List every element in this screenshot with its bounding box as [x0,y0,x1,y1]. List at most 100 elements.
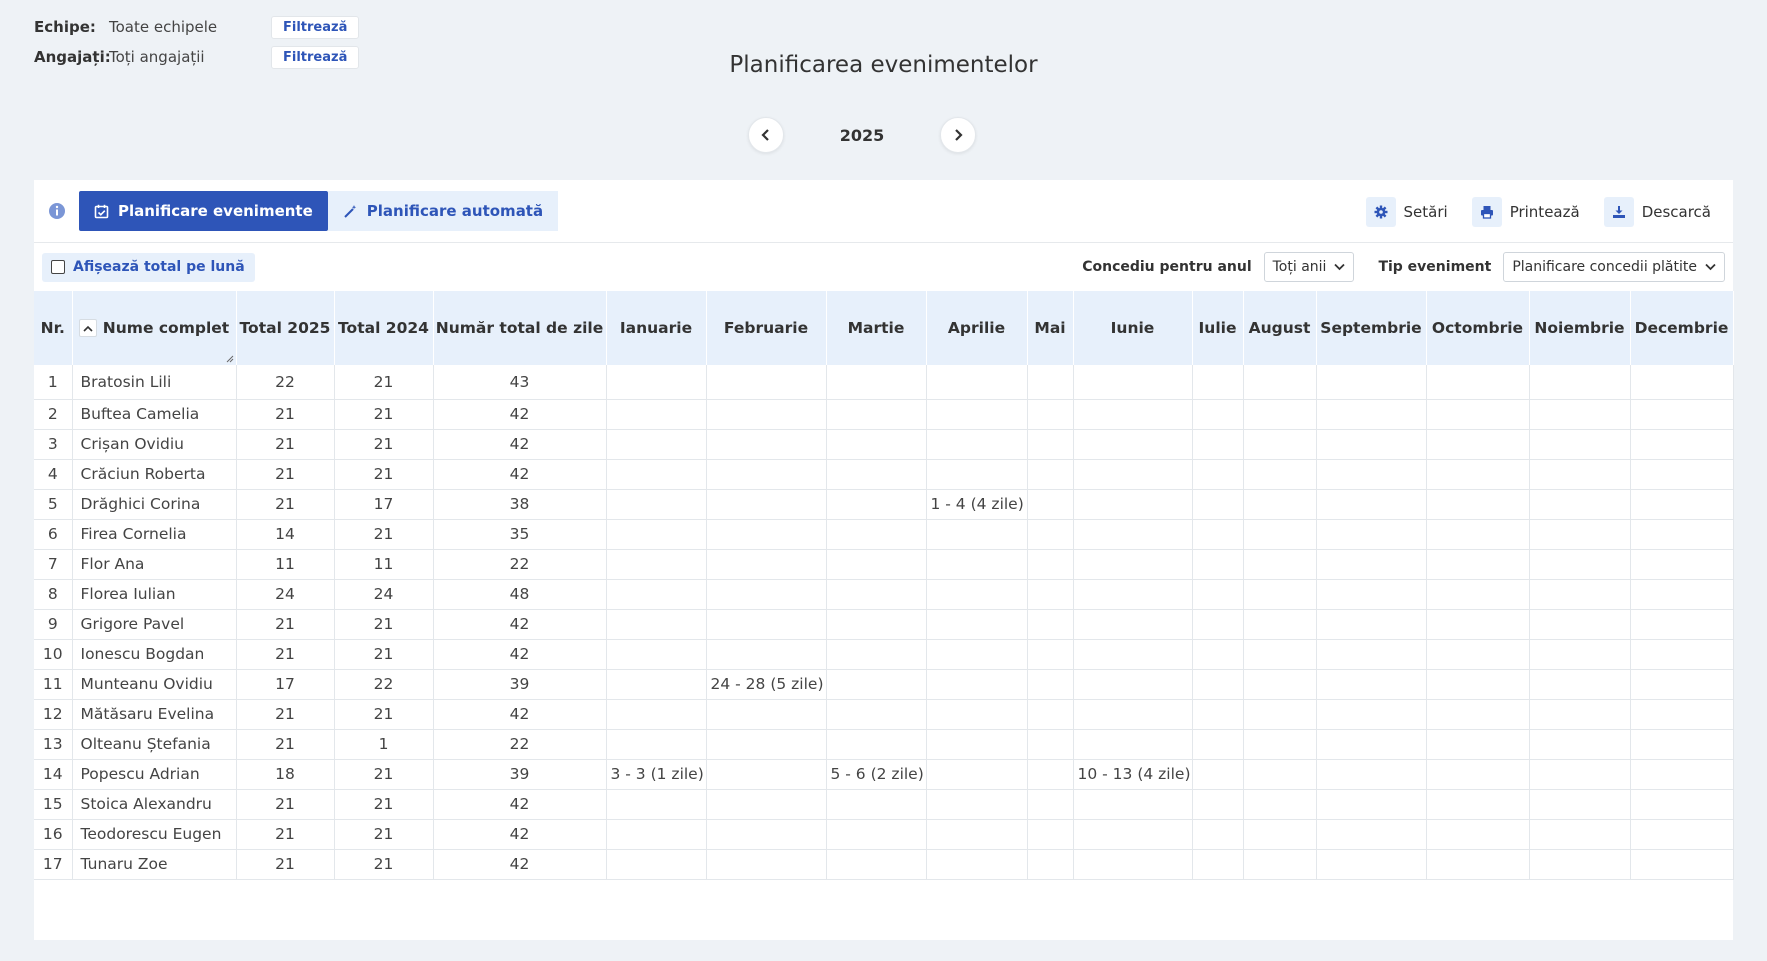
month-cell-november[interactable] [1529,399,1631,430]
month-cell-november[interactable] [1529,849,1631,880]
month-cell-april[interactable] [926,429,1028,460]
month-cell-august[interactable] [1243,609,1317,640]
leave-year-select[interactable]: Toți anii [1263,252,1355,282]
month-cell-may[interactable] [1027,759,1074,790]
month-cell-april[interactable] [926,459,1028,490]
tab-auto-planning[interactable]: Planificare automată [327,191,559,231]
month-cell-december[interactable] [1630,519,1734,550]
month-cell-may[interactable] [1027,639,1074,670]
month-cell-april[interactable]: 1 - 4 (4 zile) [926,489,1028,520]
settings-button[interactable]: Setări [1365,196,1448,227]
month-cell-august[interactable] [1243,819,1317,850]
month-cell-november[interactable] [1529,789,1631,820]
month-cell-january[interactable] [606,849,707,880]
download-button[interactable]: Descarcă [1603,196,1711,227]
month-cell-march[interactable] [826,489,927,520]
month-cell-february[interactable] [706,579,827,610]
month-cell-january[interactable] [606,789,707,820]
month-cell-january[interactable] [606,429,707,460]
month-cell-july[interactable] [1192,549,1244,580]
month-cell-august[interactable] [1243,669,1317,700]
month-cell-december[interactable] [1630,579,1734,610]
month-cell-march[interactable] [826,365,927,400]
month-cell-july[interactable] [1192,639,1244,670]
month-cell-february[interactable] [706,549,827,580]
month-cell-april[interactable] [926,639,1028,670]
month-cell-january[interactable] [606,489,707,520]
month-cell-november[interactable] [1529,519,1631,550]
month-cell-january[interactable] [606,399,707,430]
month-cell-november[interactable] [1529,579,1631,610]
column-header-full-name[interactable]: Nume complet [72,291,237,365]
month-cell-april[interactable] [926,699,1028,730]
month-cell-june[interactable] [1073,519,1193,550]
month-cell-march[interactable] [826,459,927,490]
month-cell-july[interactable] [1192,429,1244,460]
month-cell-february[interactable] [706,519,827,550]
month-cell-december[interactable] [1630,549,1734,580]
month-cell-february[interactable] [706,699,827,730]
month-cell-june[interactable] [1073,669,1193,700]
month-cell-may[interactable] [1027,399,1074,430]
month-cell-december[interactable] [1630,819,1734,850]
month-cell-march[interactable]: 5 - 6 (2 zile) [826,759,927,790]
month-cell-september[interactable] [1316,399,1427,430]
month-cell-october[interactable] [1426,579,1530,610]
month-cell-october[interactable] [1426,365,1530,400]
month-cell-april[interactable] [926,519,1028,550]
resize-grip-icon[interactable] [226,355,234,363]
month-cell-december[interactable] [1630,759,1734,790]
month-cell-february[interactable] [706,819,827,850]
month-cell-november[interactable] [1529,699,1631,730]
month-cell-march[interactable] [826,669,927,700]
month-cell-january[interactable] [606,669,707,700]
month-cell-october[interactable] [1426,519,1530,550]
print-button[interactable]: Printează [1471,196,1580,227]
month-cell-april[interactable] [926,609,1028,640]
month-cell-february[interactable] [706,639,827,670]
month-cell-july[interactable] [1192,849,1244,880]
month-cell-march[interactable] [826,399,927,430]
month-cell-october[interactable] [1426,759,1530,790]
month-cell-may[interactable] [1027,849,1074,880]
month-cell-june[interactable] [1073,579,1193,610]
month-cell-april[interactable] [926,669,1028,700]
month-cell-march[interactable] [826,699,927,730]
month-cell-september[interactable] [1316,609,1427,640]
month-cell-june[interactable] [1073,819,1193,850]
month-cell-february[interactable] [706,429,827,460]
month-cell-january[interactable] [606,519,707,550]
month-cell-october[interactable] [1426,489,1530,520]
month-cell-november[interactable] [1529,759,1631,790]
month-cell-january[interactable] [606,579,707,610]
month-cell-march[interactable] [826,519,927,550]
month-cell-september[interactable] [1316,789,1427,820]
month-cell-july[interactable] [1192,669,1244,700]
month-cell-june[interactable] [1073,399,1193,430]
sort-ascending-icon[interactable] [78,319,97,337]
next-year-button[interactable] [940,117,976,153]
month-cell-october[interactable] [1426,609,1530,640]
month-cell-january[interactable] [606,729,707,760]
month-cell-december[interactable] [1630,849,1734,880]
month-cell-february[interactable] [706,489,827,520]
month-cell-october[interactable] [1426,849,1530,880]
month-cell-december[interactable] [1630,365,1734,400]
previous-year-button[interactable] [748,117,784,153]
month-cell-september[interactable] [1316,849,1427,880]
month-cell-november[interactable] [1529,639,1631,670]
month-cell-april[interactable] [926,789,1028,820]
month-cell-september[interactable] [1316,459,1427,490]
month-cell-november[interactable] [1529,365,1631,400]
month-cell-october[interactable] [1426,459,1530,490]
month-cell-march[interactable] [826,729,927,760]
month-cell-july[interactable] [1192,729,1244,760]
month-cell-september[interactable] [1316,669,1427,700]
month-cell-january[interactable] [606,639,707,670]
month-cell-september[interactable] [1316,699,1427,730]
month-cell-june[interactable] [1073,609,1193,640]
month-cell-february[interactable] [706,759,827,790]
month-cell-december[interactable] [1630,729,1734,760]
month-cell-december[interactable] [1630,789,1734,820]
month-cell-november[interactable] [1529,819,1631,850]
